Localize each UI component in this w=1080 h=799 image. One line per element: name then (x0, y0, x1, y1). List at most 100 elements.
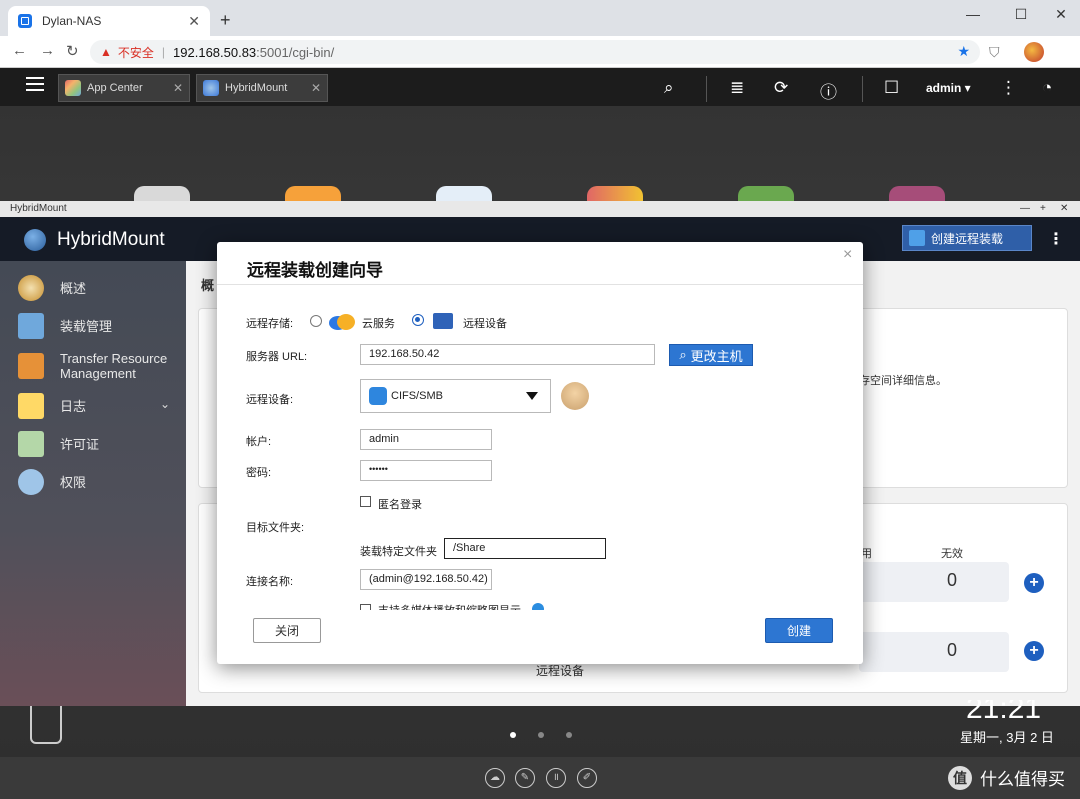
dashboard-gauge-icon[interactable]: ◔ (1042, 78, 1052, 98)
dialog-close-icon[interactable]: × (843, 246, 852, 264)
close-window-button[interactable]: ✕ (1046, 6, 1076, 23)
remote-device-icon (433, 313, 453, 329)
sidebar-item-license[interactable]: 许可证 (18, 431, 99, 457)
create-remote-mount-label: 创建远程装载 (931, 231, 1004, 246)
sidebar-item-label: Transfer Resource Management (60, 351, 168, 381)
cloud-service-radio[interactable] (310, 315, 322, 327)
taskbar-tab-hybridmount[interactable]: HybridMount ✕ (196, 74, 328, 102)
remote-device-label: 远程设备: (246, 394, 294, 406)
info-icon[interactable]: ⓘ (820, 78, 837, 103)
anonymous-login-label: 匿名登录 (378, 499, 422, 511)
watermark-text: 什么值得买 (980, 770, 1065, 789)
search-icon: ⌕ (679, 347, 687, 362)
cloud-icon[interactable]: ☁ (485, 768, 505, 788)
back-button[interactable]: ← (12, 42, 27, 59)
password-input[interactable]: •••••• (360, 460, 492, 481)
add-icon[interactable]: + (1024, 641, 1044, 661)
browser-titlebar: Dylan-NAS ✕ + — ☐ ✕ (0, 0, 1080, 36)
stat-box: 0 (859, 562, 1009, 602)
page-indicator-active[interactable] (510, 732, 516, 738)
pause-icon[interactable]: ॥ (546, 768, 566, 788)
protocol-select[interactable]: CIFS/SMB (360, 379, 551, 413)
mount-folder-input[interactable]: /Share (444, 538, 606, 559)
sidebar: 概述 装载管理 Transfer Resource Management 日志 … (0, 261, 186, 706)
url-separator: | (161, 45, 166, 59)
taskbar-tab-label: HybridMount (225, 82, 288, 94)
user-icon[interactable]: ☐ (884, 78, 899, 98)
admin-menu[interactable]: admin ▾ (926, 81, 971, 95)
search-icon[interactable]: ⌕ (664, 78, 674, 98)
protocol-icon (369, 387, 387, 405)
background-tasks-icon[interactable]: ≣ (730, 78, 744, 98)
multimedia-checkbox[interactable] (360, 604, 371, 610)
browser-tab[interactable]: Dylan-NAS ✕ (8, 6, 210, 36)
minimize-button[interactable]: — (958, 6, 988, 22)
taskbar-tab-close-icon[interactable]: ✕ (173, 81, 183, 95)
remote-device-option-label: 远程设备 (463, 318, 507, 330)
create-remote-mount-button[interactable]: 创建远程装载 (902, 225, 1032, 251)
add-icon[interactable]: + (1024, 573, 1044, 593)
protocol-selected-value: CIFS/SMB (391, 390, 443, 402)
remote-mount-icon (909, 230, 925, 246)
more-icon[interactable]: ⋮ (1000, 78, 1017, 98)
sidebar-item-mount-management[interactable]: 装载管理 (18, 313, 112, 339)
reload-button[interactable]: ↻ (66, 42, 79, 60)
bookmark-star-icon[interactable]: ★ (957, 43, 970, 60)
sidebar-item-logs[interactable]: 日志 (18, 393, 86, 419)
dialog-divider (217, 284, 863, 285)
page-indicator[interactable] (538, 732, 544, 738)
profile-avatar[interactable] (1024, 42, 1044, 62)
cut-off-option-row: 支持多媒体播放和缩略图显示 (360, 602, 560, 610)
sync-icon[interactable]: ⟳ (774, 78, 788, 98)
url-bar[interactable]: ▲ 不安全 | 192.168.50.83 :5001/cgi-bin/ ★ (90, 40, 980, 64)
app-more-icon[interactable]: ⋮ (1048, 229, 1064, 249)
multimedia-label: 支持多媒体播放和缩略图显示 (378, 602, 521, 610)
watermark: 值 什么值得买 (948, 765, 1065, 790)
taskbar-tab-close-icon[interactable]: ✕ (311, 81, 321, 95)
insecure-label: 不安全 (117, 45, 154, 60)
qnap-favicon-icon (18, 14, 32, 28)
sidebar-item-overview[interactable]: 概述 (18, 275, 86, 301)
create-button[interactable]: 创建 (765, 618, 833, 643)
window-close-button[interactable]: ✕ (1060, 203, 1068, 214)
mount-folder-label: 装载特定文件夹 (360, 546, 437, 558)
forward-button[interactable]: → (40, 42, 55, 59)
dock-bar (0, 757, 1080, 799)
change-host-label: 更改主机 (690, 348, 743, 364)
connection-name-input[interactable]: (admin@192.168.50.42) (360, 569, 492, 590)
info-icon[interactable] (532, 603, 544, 610)
sidebar-item-permissions[interactable]: 权限 (18, 469, 86, 495)
edit-icon[interactable]: ✐ (577, 768, 597, 788)
dropdown-caret-icon (526, 392, 538, 400)
sidebar-item-transfer-resource[interactable]: Transfer Resource Management (18, 351, 167, 381)
window-minimize-button[interactable]: — (1020, 203, 1030, 214)
hybridmount-logo-icon (24, 229, 46, 251)
page-indicator[interactable] (566, 732, 572, 738)
new-tab-button[interactable]: + (220, 10, 231, 31)
window-titlebar: HybridMount — + ✕ (0, 201, 1080, 217)
server-url-input[interactable]: 192.168.50.42 (360, 344, 655, 365)
taskbar-tab-app-center[interactable]: App Center ✕ (58, 74, 190, 102)
tab-close-icon[interactable]: ✕ (188, 13, 200, 30)
account-input[interactable]: admin (360, 429, 492, 450)
anonymous-login-checkbox[interactable] (360, 496, 371, 507)
qts-taskbar: App Center ✕ HybridMount ✕ ⌕ ≣ ⟳ ⓘ ☐ adm… (0, 68, 1080, 106)
gauge-icon (18, 275, 44, 301)
clock-time: 21:21 (966, 700, 1042, 718)
maximize-button[interactable]: ☐ (1006, 6, 1036, 23)
watermark-logo-icon: 值 (948, 765, 972, 790)
trash-icon[interactable] (30, 706, 62, 744)
main-menu-icon[interactable] (26, 77, 44, 91)
change-host-button[interactable]: ⌕ 更改主机 (669, 344, 753, 366)
close-dialog-button[interactable]: 关闭 (253, 618, 321, 643)
chevron-down-icon[interactable]: ⌄ (160, 397, 170, 411)
sidebar-item-label: 日志 (60, 398, 87, 414)
user-lock-icon (18, 469, 44, 495)
remote-device-caption: 远程设备 (536, 664, 585, 678)
remote-device-radio[interactable] (412, 314, 424, 326)
wrench-icon[interactable]: ✎ (515, 768, 535, 788)
window-maximize-button[interactable]: + (1040, 203, 1046, 214)
shield-extension-icon[interactable]: ⛉ (989, 44, 1000, 61)
cloud-service-icon (329, 314, 355, 330)
taskbar-tab-label: App Center (87, 82, 143, 94)
